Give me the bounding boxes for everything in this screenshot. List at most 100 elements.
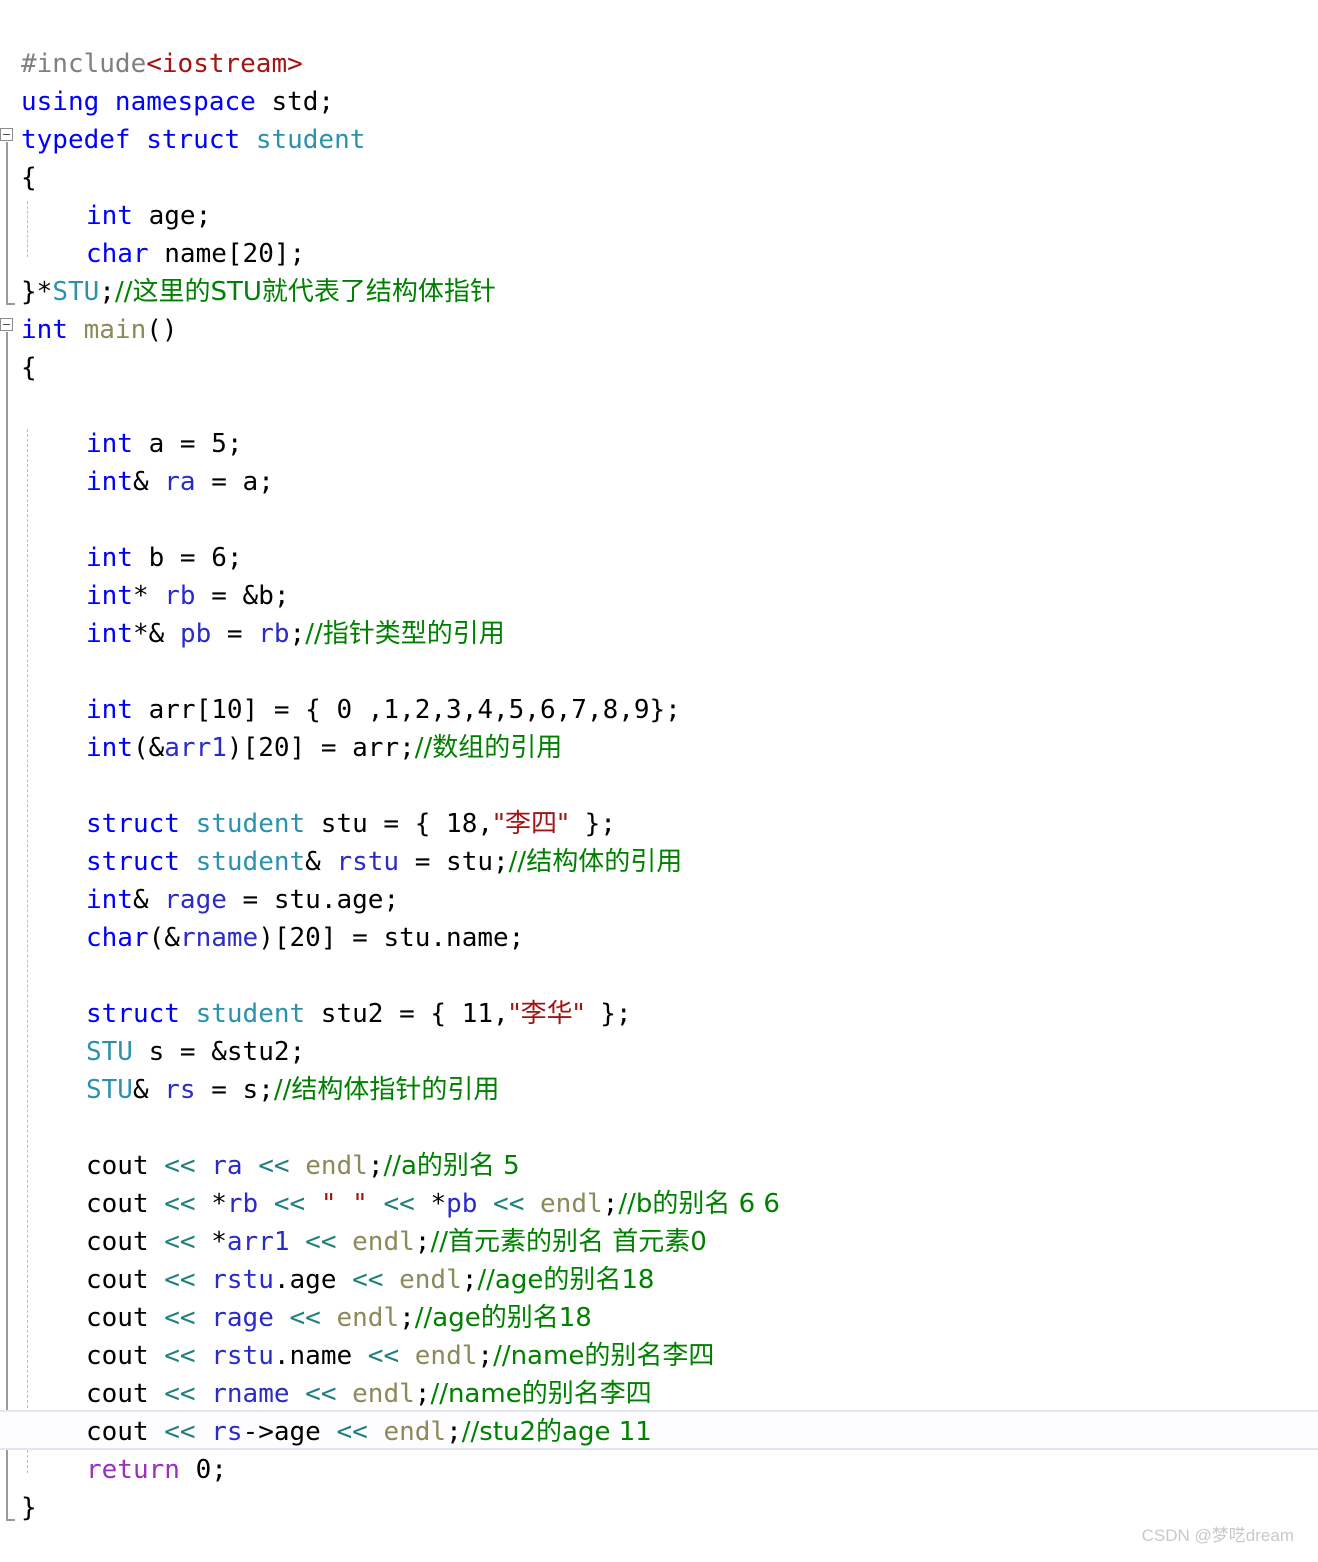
token-plain: }; — [584, 999, 632, 1029]
token-kw: int — [86, 201, 133, 231]
token-plain: ; — [414, 1379, 431, 1409]
code-line[interactable]: return 0; — [86, 1451, 227, 1489]
token-plain: ->age — [242, 1417, 321, 1447]
token-type: student — [195, 847, 306, 877]
token-type: student — [195, 809, 306, 839]
token-plain: ; — [602, 1189, 619, 1219]
code-line[interactable]: struct student stu2 = { 11,"李华" }; — [86, 995, 632, 1033]
code-line[interactable]: cout << *arr1 << endl;//首元素的别名 首元素0 — [86, 1223, 707, 1261]
token-var: pb — [446, 1189, 478, 1219]
code-line[interactable]: char(&rname)[20] = stu.name; — [86, 919, 524, 957]
token-var: rstu — [336, 847, 400, 877]
code-line[interactable]: int age; — [86, 197, 211, 235]
token-plain: std; — [255, 87, 335, 117]
csdn-watermark: CSDN @梦呓dream — [1141, 1526, 1294, 1545]
token-var: rname — [179, 923, 259, 953]
token-plain: = arr; — [305, 733, 415, 763]
code-line[interactable]: cout << rname << endl;//name的别名李四 — [86, 1375, 652, 1413]
token-plain: ; — [289, 619, 306, 649]
code-line[interactable]: int& rage = stu.age; — [86, 881, 399, 919]
code-line[interactable]: struct student& rstu = stu;//结构体的引用 — [86, 843, 682, 881]
token-plain: (& — [132, 733, 165, 763]
code-line[interactable]: int main() — [21, 311, 178, 349]
code-line[interactable]: cout << rstu.name << endl;//name的别名李四 — [86, 1337, 714, 1375]
token-plain: ; — [461, 1265, 478, 1295]
indentation-guide — [27, 201, 28, 257]
token-plain: & — [132, 467, 165, 497]
token-op: << — [258, 1189, 321, 1219]
token-op: << — [148, 1303, 212, 1333]
code-line[interactable]: { — [21, 159, 37, 197]
token-var: pb — [179, 619, 212, 649]
code-line[interactable]: struct student stu = { 18,"李四" }; — [86, 805, 616, 843]
code-line[interactable]: STU s = &stu2; — [86, 1033, 305, 1071]
token-plain: ; — [211, 1455, 227, 1485]
token-plain: * — [211, 1227, 227, 1257]
token-plain: ; — [226, 429, 243, 459]
token-fn: endl — [352, 1227, 415, 1257]
token-plain: *& — [132, 619, 180, 649]
fold-marker-int-main[interactable] — [0, 318, 13, 331]
token-plain: name[20]; — [148, 239, 306, 269]
code-line[interactable]: #include<iostream> — [21, 45, 303, 83]
code-line[interactable]: STU& rs = s;//结构体指针的引用 — [86, 1071, 499, 1109]
code-line[interactable]: typedef struct student — [21, 121, 365, 159]
token-plain: , — [477, 809, 494, 839]
code-line[interactable]: using namespace std; — [21, 83, 334, 121]
token-op: << — [148, 1189, 212, 1219]
token-plain: b = — [132, 543, 212, 573]
code-line[interactable]: cout << rage << endl;//age的别名18 — [86, 1299, 592, 1337]
code-line[interactable]: { — [21, 349, 37, 387]
token-kw: int — [86, 619, 133, 649]
token-plain: cout — [86, 1151, 149, 1181]
code-line[interactable]: int(&arr1)[20] = arr;//数组的引用 — [86, 729, 562, 767]
token-cmt: //age的别名18 — [414, 1303, 592, 1333]
token-plain: cout — [86, 1303, 149, 1333]
code-line[interactable]: cout << rs->age << endl;//stu2的age 11 — [86, 1413, 652, 1451]
code-line[interactable]: cout << rstu.age << endl;//age的别名18 — [86, 1261, 654, 1299]
token-plain: }* — [21, 277, 53, 307]
token-plain: ; — [414, 1227, 431, 1257]
token-cmt: //name的别名李四 — [430, 1379, 652, 1409]
code-line[interactable]: int a = 5; — [86, 425, 243, 463]
code-line[interactable]: int*& pb = rb;//指针类型的引用 — [86, 615, 505, 653]
code-line[interactable]: cout << *rb << " " << *pb << endl;//b的别名… — [86, 1185, 780, 1223]
token-var: ra — [211, 1151, 243, 1181]
token-plain: s = &stu2; — [132, 1037, 306, 1067]
token-op: << — [148, 1151, 212, 1181]
code-line[interactable]: } — [21, 1489, 37, 1527]
token-kw: int — [86, 695, 133, 725]
token-fn: endl — [399, 1265, 462, 1295]
code-line[interactable]: }*STU;//这里的STU就代表了结构体指针 — [21, 273, 496, 311]
token-op: << — [336, 1265, 400, 1295]
token-plain: .age — [273, 1265, 337, 1295]
token-op: << — [148, 1265, 212, 1295]
token-var: rname — [211, 1379, 290, 1409]
token-plain: ; — [367, 1151, 384, 1181]
code-line[interactable]: int* rb = &b; — [86, 577, 290, 615]
fold-marker-typedef-struct-student[interactable] — [0, 128, 13, 141]
token-op: << — [320, 1417, 384, 1447]
code-line[interactable]: int b = 6; — [86, 539, 243, 577]
token-var: ra — [164, 467, 196, 497]
code-line[interactable]: char name[20]; — [86, 235, 305, 273]
code-line[interactable]: int& ra = a; — [86, 463, 274, 501]
token-num: 6 — [211, 543, 227, 573]
token-op: << — [242, 1151, 306, 1181]
code-line[interactable]: cout << ra << endl;//a的别名 5 — [86, 1147, 520, 1185]
token-cmt: //指针类型的引用 — [305, 619, 505, 649]
token-plain: * — [132, 581, 165, 611]
token-cmt: //首元素的别名 首元素0 — [430, 1227, 707, 1257]
code-line[interactable]: int arr[10] = { 0 ,1,2,3,4,5,6,7,8,9}; — [86, 691, 681, 729]
token-var: rb — [164, 581, 196, 611]
code-editor-surface[interactable]: #include<iostream> using namespace std; ty… — [0, 0, 1318, 1562]
token-plain: stu2 = { — [305, 999, 462, 1029]
token-plain: & — [132, 1075, 165, 1105]
token-fn: endl — [305, 1151, 368, 1181]
token-plain: (& — [148, 923, 180, 953]
token-plain: = — [211, 619, 259, 649]
token-plain: , — [493, 999, 509, 1029]
token-ret: return — [86, 1455, 180, 1485]
